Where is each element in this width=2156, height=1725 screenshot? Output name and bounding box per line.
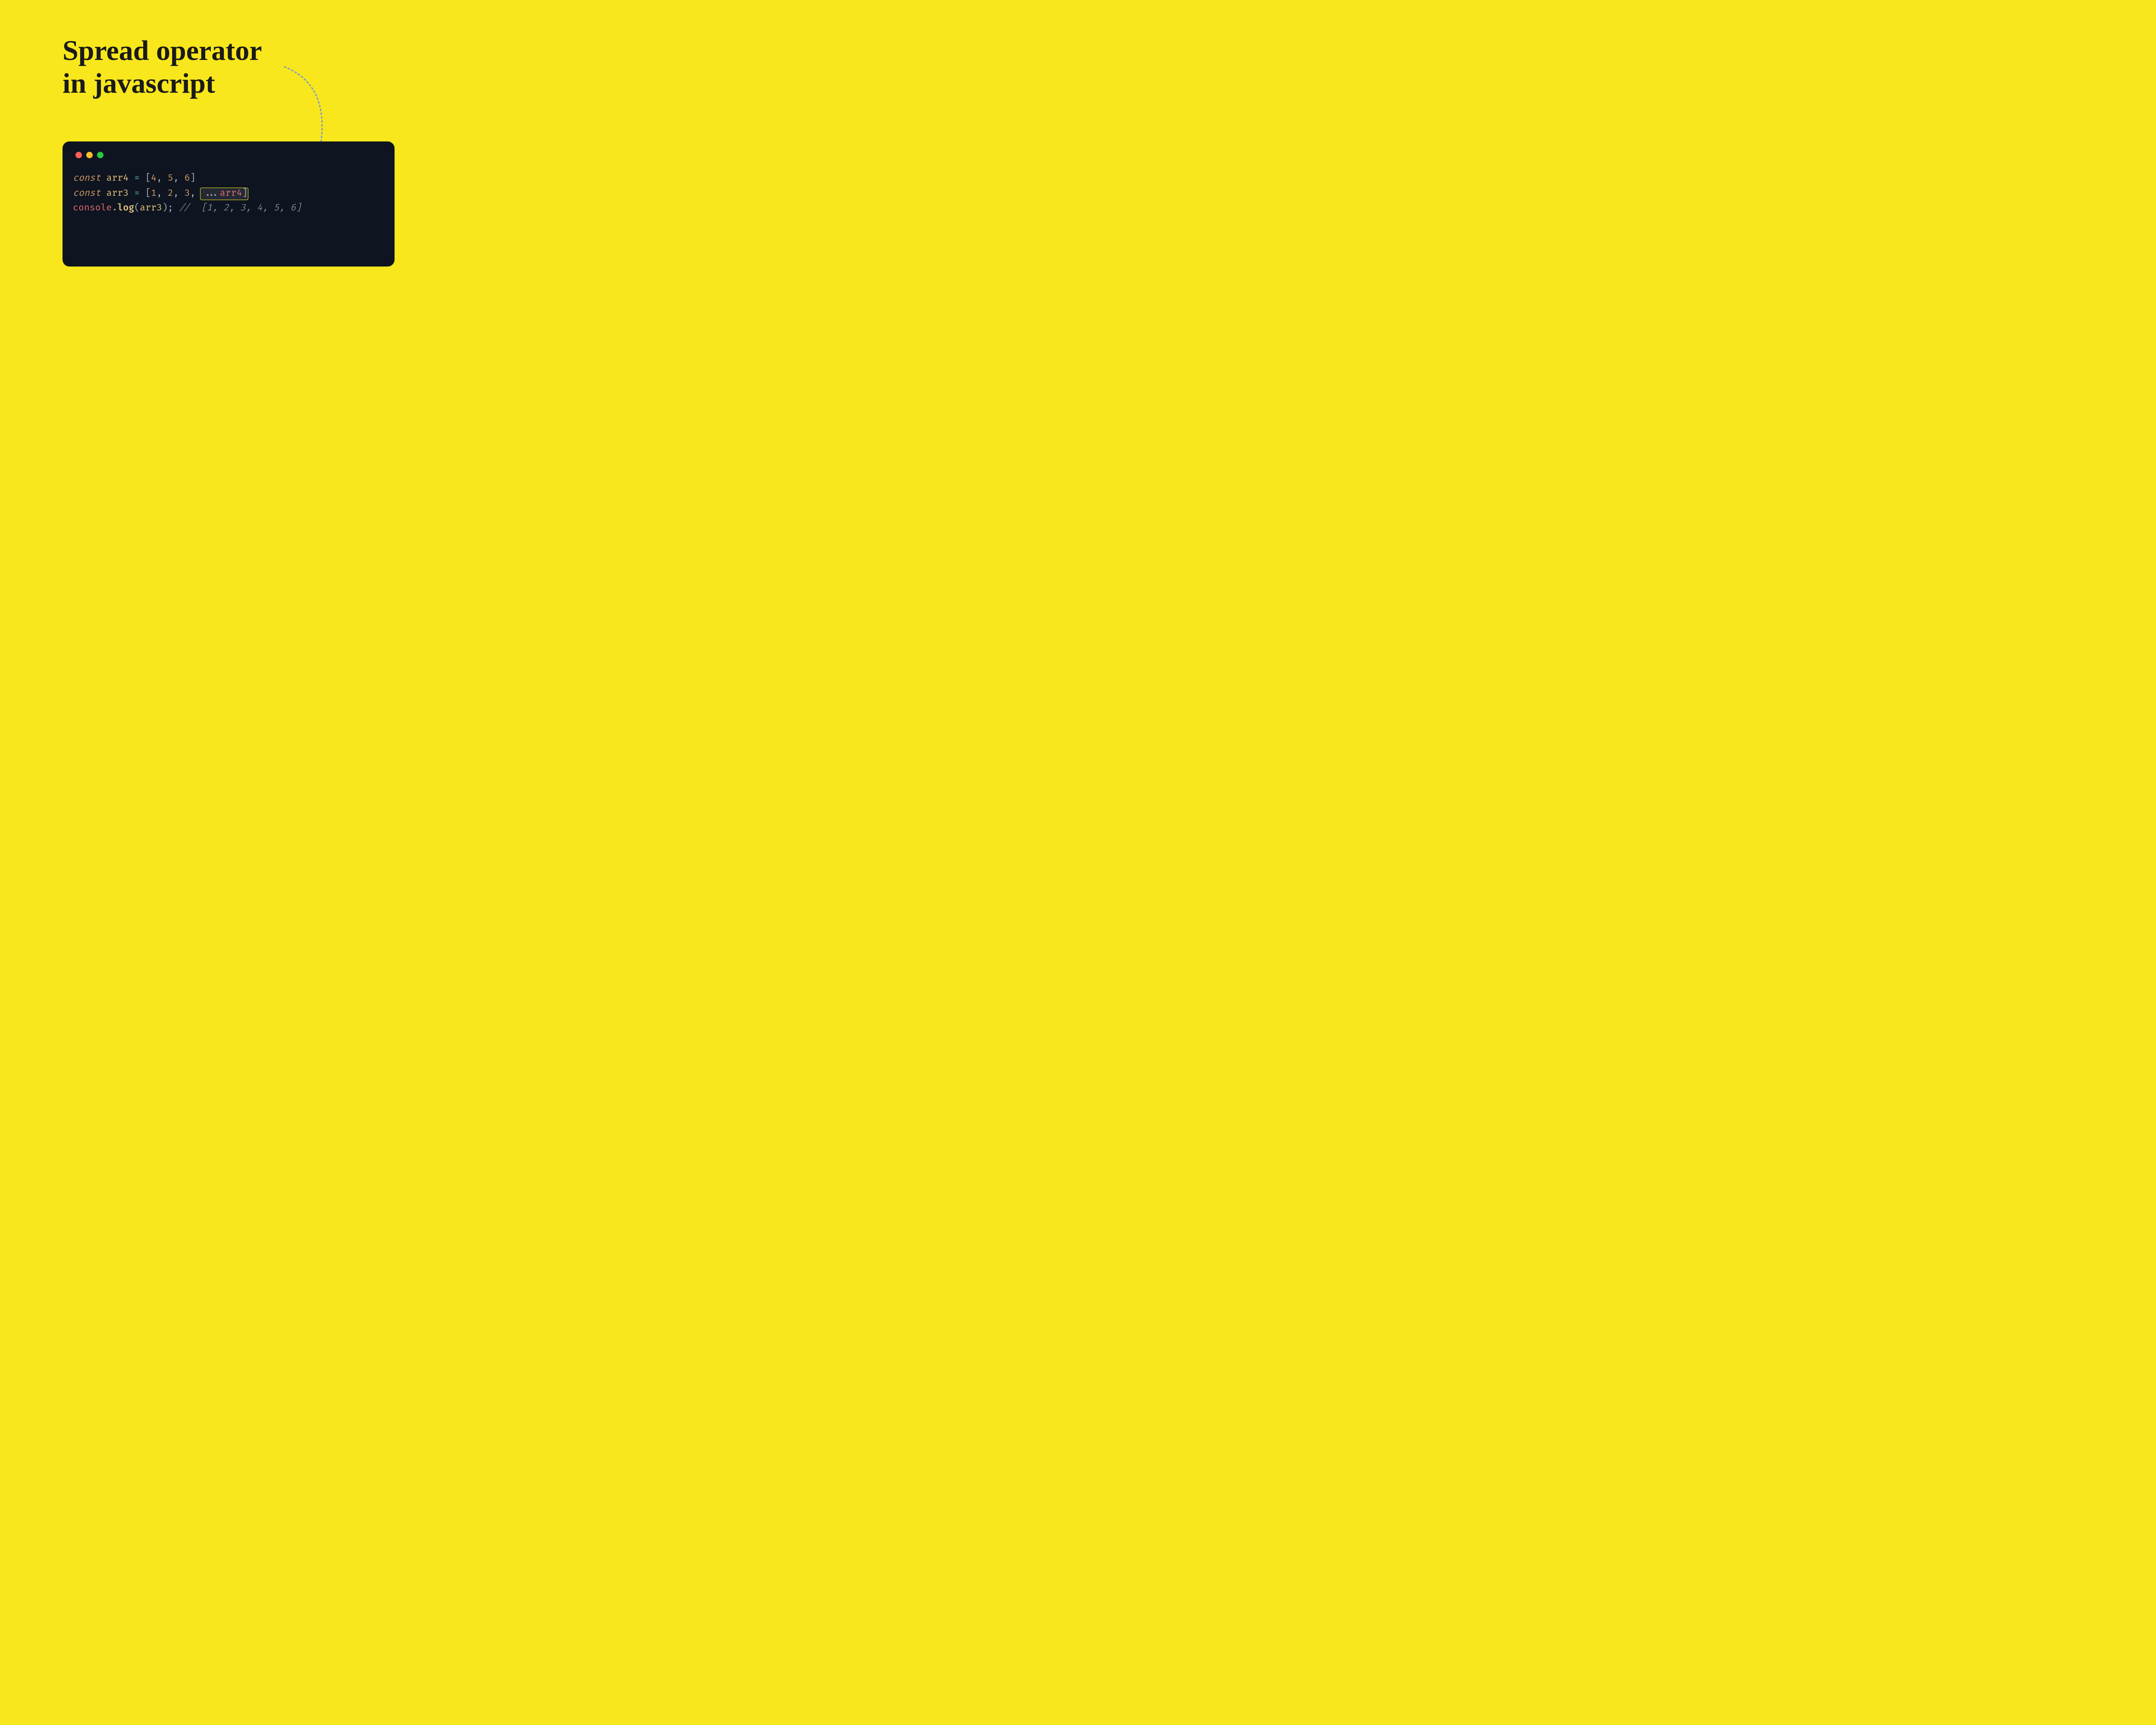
paren-close: ) (162, 203, 168, 213)
obj-console: console (73, 203, 112, 213)
num-2: 2 (168, 188, 173, 199)
comma: , (157, 173, 162, 184)
keyword-const: const (73, 188, 101, 199)
bracket-open: [ (145, 173, 151, 184)
bracket-open: [ (145, 188, 151, 199)
num-3: 3 (185, 188, 190, 199)
page-title: Spread operator in javascript (63, 34, 262, 100)
code-line-2: const arr3 = [1, 2, 3, ...arr4] (73, 188, 248, 199)
bracket-close: ] (190, 173, 196, 184)
arg-arr3: arr3 (140, 203, 162, 213)
title-line-1: Spread operator (63, 35, 262, 66)
close-icon (75, 152, 82, 158)
comma: , (173, 188, 179, 199)
spread-highlight: ...arr4] (200, 188, 248, 200)
comment-output: // [1, 2, 3, 4, 5, 6] (179, 203, 301, 213)
bracket-close: ] (242, 188, 248, 199)
dot: . (112, 203, 117, 213)
comma: , (173, 173, 179, 184)
code-line-1: const arr4 = [4, 5, 6] (73, 173, 196, 184)
op-eq: = (134, 188, 140, 199)
maximize-icon (97, 152, 103, 158)
code-block: const arr4 = [4, 5, 6] const arr3 = [1, … (73, 171, 384, 216)
num-5: 5 (168, 173, 173, 184)
spread-operator: ... (203, 188, 220, 199)
code-window: const arr4 = [4, 5, 6] const arr3 = [1, … (63, 141, 395, 267)
semicolon: ; (168, 203, 173, 213)
comma: , (157, 188, 162, 199)
num-6: 6 (185, 173, 190, 184)
method-log: log (117, 203, 134, 213)
window-traffic-lights (75, 152, 384, 158)
title-line-2: in javascript (63, 68, 215, 99)
minimize-icon (86, 152, 93, 158)
num-4: 4 (151, 173, 157, 184)
spread-var-arr4: arr4 (220, 188, 242, 199)
comma: , (190, 188, 196, 199)
var-arr3: arr3 (107, 188, 129, 199)
op-eq: = (134, 173, 140, 184)
code-line-3: console.log(arr3); // [1, 2, 3, 4, 5, 6] (73, 203, 301, 213)
num-1: 1 (151, 188, 157, 199)
paren-open: ( (134, 203, 140, 213)
var-arr4: arr4 (107, 173, 129, 184)
keyword-const: const (73, 173, 101, 184)
